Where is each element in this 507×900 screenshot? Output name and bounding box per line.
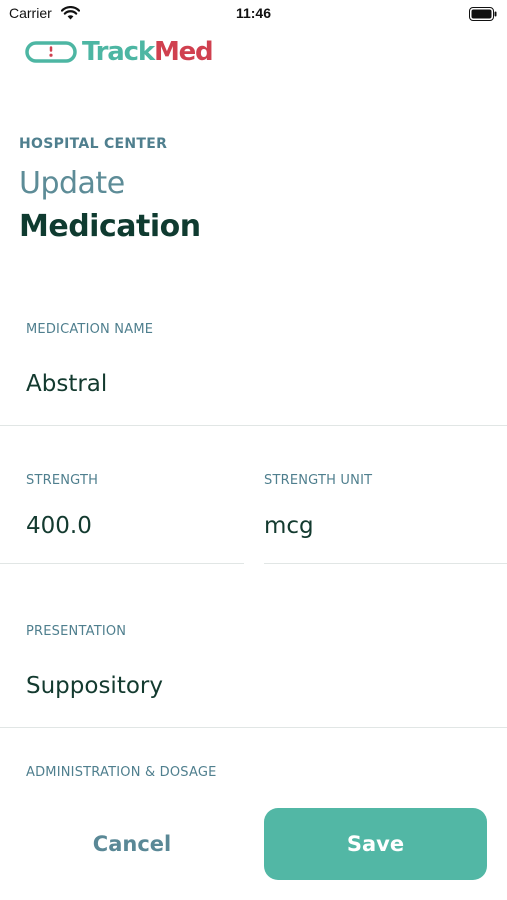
page-title-light: Update	[19, 166, 125, 201]
save-button[interactable]: Save	[264, 808, 487, 880]
presentation-field[interactable]: Suppository	[26, 673, 163, 699]
medication-name-label: MEDICATION NAME	[26, 322, 154, 337]
strength-unit-field[interactable]: mcg	[264, 513, 314, 539]
brand-name-part2: Med	[153, 37, 214, 67]
brand-name: TrackMed	[82, 37, 214, 67]
strength-unit-label: STRENGTH UNIT	[264, 473, 373, 488]
cancel-button[interactable]: Cancel	[26, 808, 238, 880]
medication-name-divider	[0, 425, 507, 426]
presentation-divider	[0, 727, 507, 728]
section-eyebrow: HOSPITAL CENTER	[19, 136, 168, 152]
capsule-icon	[25, 41, 77, 63]
strength-divider	[0, 563, 244, 564]
strength-label: STRENGTH	[26, 473, 99, 488]
administration-dosage-label: ADMINISTRATION & DOSAGE	[26, 765, 217, 780]
presentation-label: PRESENTATION	[26, 624, 127, 639]
brand-name-part1: Track	[82, 37, 155, 67]
status-bar: Carrier 11:46	[0, 0, 507, 28]
status-time: 11:46	[235, 5, 272, 21]
strength-field[interactable]: 400.0	[26, 513, 92, 539]
battery-icon	[469, 6, 497, 25]
page-title: Medication	[19, 209, 201, 244]
strength-unit-divider	[264, 563, 507, 564]
medication-name-field[interactable]: Abstral	[26, 371, 107, 397]
